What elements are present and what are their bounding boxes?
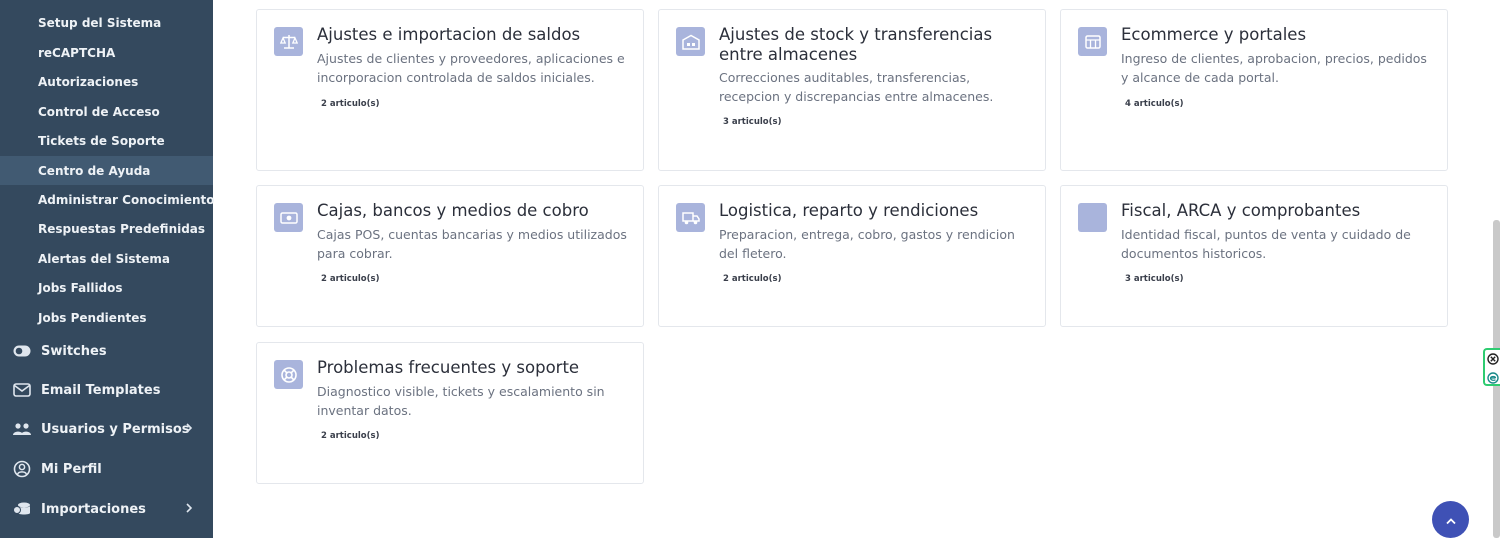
edge-icon[interactable]: [1486, 369, 1499, 388]
floating-widget[interactable]: [1483, 348, 1500, 386]
category-description: Preparacion, entrega, cobro, gastos y re…: [719, 227, 1015, 261]
category-card[interactable]: Ajustes de stock y transferencias entre …: [658, 9, 1046, 171]
close-icon[interactable]: [1486, 350, 1499, 369]
storefront-icon: [1078, 27, 1107, 56]
category-card[interactable]: Logistica, reparto y rendiciones Prepara…: [658, 185, 1046, 327]
sidebar-item-jobs-fallidos[interactable]: Jobs Fallidos: [0, 273, 213, 302]
chevron-up-icon: [1445, 510, 1457, 529]
category-title: Cajas, bancos y medios de cobro: [317, 201, 589, 220]
sidebar-item-label: Switches: [41, 343, 107, 359]
category-card[interactable]: Ecommerce y portales Ingreso de clientes…: [1060, 9, 1448, 171]
sidebar-item-label: Jobs Pendientes: [38, 310, 147, 325]
category-title: Fiscal, ARCA y comprobantes: [1121, 201, 1361, 220]
article-count: 2 articulo(s): [321, 99, 380, 109]
sidebar-item-label: Usuarios y Permisos: [41, 421, 190, 437]
warehouse-icon: [676, 27, 705, 56]
sidebar-item-recaptcha[interactable]: reCAPTCHA: [0, 38, 213, 67]
sidebar-item-label: Mi Perfil: [41, 461, 102, 477]
sidebar-item-administrar-conocimiento[interactable]: Administrar Conocimiento: [0, 185, 215, 214]
database-icon: [13, 500, 31, 518]
sidebar-item-respuestas-predefinidas[interactable]: Respuestas Predefinidas: [0, 214, 213, 243]
category-title: Logistica, reparto y rendiciones: [719, 201, 979, 220]
sidebar-item-label: Importaciones: [41, 501, 146, 517]
mail-icon: [13, 381, 31, 399]
category-card[interactable]: Cajas, bancos y medios de cobro Cajas PO…: [256, 185, 644, 327]
sidebar-item-label: Alertas del Sistema: [38, 251, 171, 266]
receipt-icon: [1078, 203, 1107, 232]
toggle-icon: [13, 342, 31, 360]
category-title: Ecommerce y portales: [1121, 25, 1307, 44]
category-description: Ingreso de clientes, aprobacion, precios…: [1121, 51, 1427, 85]
sidebar-item-usuarios-y-permisos[interactable]: Usuarios y Permisos: [0, 411, 213, 447]
sidebar-item-label: Centro de Ayuda: [38, 163, 151, 178]
cash-icon: [274, 203, 303, 232]
sidebar-item-importaciones[interactable]: Importaciones: [0, 491, 213, 527]
article-count: 2 articulo(s): [321, 274, 380, 284]
sidebar-item-label: Administrar Conocimiento: [38, 192, 215, 207]
sidebar-item-label: Respuestas Predefinidas: [38, 221, 206, 236]
article-count: 3 articulo(s): [1125, 274, 1184, 284]
sidebar: Setup del Sistema reCAPTCHA Autorizacion…: [0, 0, 215, 538]
sidebar-item-mi-perfil[interactable]: Mi Perfil: [0, 451, 213, 487]
sidebar-item-label: reCAPTCHA: [38, 45, 116, 60]
category-description: Diagnostico visible, tickets y escalamie…: [317, 384, 605, 418]
sidebar-item-switches[interactable]: Switches: [0, 333, 213, 369]
user-circle-icon: [13, 460, 31, 478]
category-card[interactable]: Ajustes e importacion de saldos Ajustes …: [256, 9, 644, 171]
users-icon: [13, 420, 31, 438]
category-title: Ajustes e importacion de saldos: [317, 25, 581, 44]
category-description: Cajas POS, cuentas bancarias y medios ut…: [317, 227, 627, 261]
article-count: 2 articulo(s): [723, 274, 782, 284]
sidebar-item-alertas-del-sistema[interactable]: Alertas del Sistema: [0, 244, 213, 273]
category-description: Correcciones auditables, transferencias,…: [719, 70, 994, 104]
category-description: Identidad fiscal, puntos de venta y cuid…: [1121, 227, 1411, 261]
sidebar-item-centro-de-ayuda[interactable]: Centro de Ayuda: [0, 156, 213, 185]
sidebar-item-label: Tickets de Soporte: [38, 133, 165, 148]
chevron-right-icon: [185, 502, 193, 518]
category-description: Ajustes de clientes y proveedores, aplic…: [317, 51, 625, 85]
sidebar-item-label: Autorizaciones: [38, 74, 139, 89]
sidebar-item-label: Setup del Sistema: [38, 15, 162, 30]
sidebar-item-label: Control de Acceso: [38, 104, 160, 119]
lifebuoy-icon: [274, 360, 303, 389]
article-count: 4 articulo(s): [1125, 99, 1184, 109]
category-card[interactable]: Fiscal, ARCA y comprobantes Identidad fi…: [1060, 185, 1448, 327]
sidebar-item-tickets-de-soporte[interactable]: Tickets de Soporte: [0, 126, 213, 155]
article-count: 3 articulo(s): [723, 117, 782, 127]
sidebar-item-setup-del-sistema[interactable]: Setup del Sistema: [0, 8, 213, 37]
category-title: Problemas frecuentes y soporte: [317, 358, 580, 377]
sidebar-item-label: Jobs Fallidos: [38, 280, 123, 295]
scale-icon: [274, 27, 303, 56]
scroll-to-top-button[interactable]: [1432, 501, 1469, 538]
category-card[interactable]: Problemas frecuentes y soporte Diagnosti…: [256, 342, 644, 484]
sidebar-item-autorizaciones[interactable]: Autorizaciones: [0, 67, 213, 96]
chevron-right-icon: [185, 422, 193, 438]
article-count: 2 articulo(s): [321, 431, 380, 441]
sidebar-item-email-templates[interactable]: Email Templates: [0, 372, 213, 408]
sidebar-item-control-de-acceso[interactable]: Control de Acceso: [0, 97, 213, 126]
sidebar-item-label: Email Templates: [41, 382, 161, 398]
truck-icon: [676, 203, 705, 232]
sidebar-item-jobs-pendientes[interactable]: Jobs Pendientes: [0, 303, 213, 332]
category-title: Ajustes de stock y transferencias entre …: [719, 25, 993, 64]
